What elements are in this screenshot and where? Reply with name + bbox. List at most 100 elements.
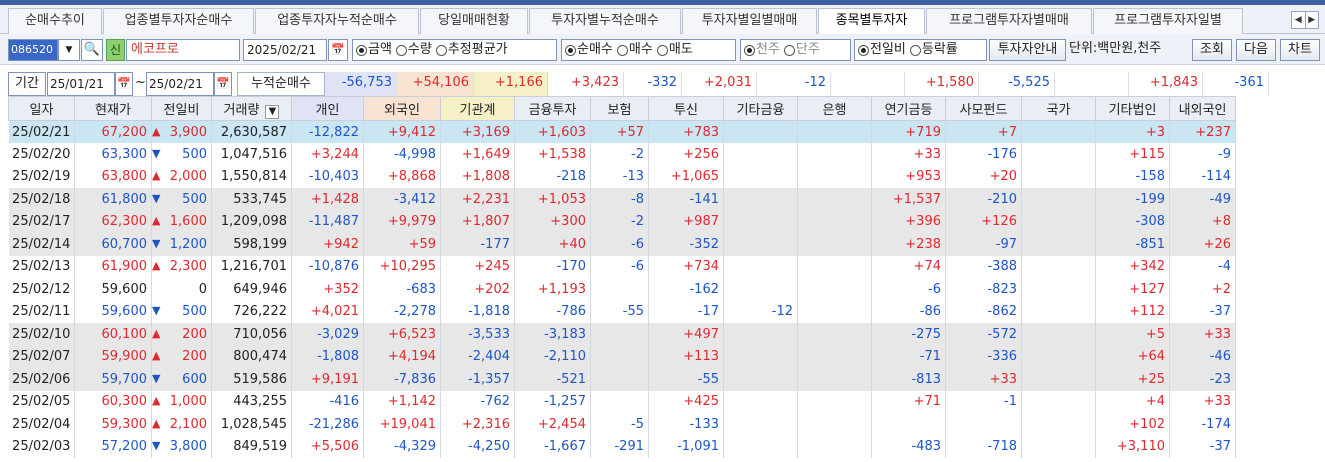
table-row[interactable]: 25/02/11 59,600 ▼ 500 726,222 +4,021 -2,278 -1,… <box>8 300 1236 323</box>
radio-icon[interactable] <box>783 44 795 56</box>
tab-3[interactable]: 당일매매현황 <box>420 8 528 34</box>
column-header[interactable]: 투신 <box>648 96 724 121</box>
investor-value-cell: +6,523 <box>363 323 441 346</box>
radio-icon[interactable] <box>435 44 447 56</box>
column-header[interactable]: 기타법인 <box>1095 96 1170 121</box>
cumulative-sum-cell <box>1055 72 1129 96</box>
column-header[interactable]: 국가 <box>1021 96 1096 121</box>
volume-cell: 533,745 <box>211 188 292 211</box>
radio-icon[interactable] <box>858 44 869 56</box>
period-to-input[interactable]: 25/02/21 <box>146 72 214 96</box>
cumulative-sum-cell: +2,031 <box>682 72 757 96</box>
table-row[interactable]: 25/02/13 61,900 ▲ 2,300 1,216,701 -10,876 +10,… <box>8 255 1236 278</box>
period-from-calendar-icon[interactable]: 📅 <box>115 72 133 96</box>
radio_group1-option-0[interactable]: 금액 <box>356 40 392 60</box>
chart-button[interactable]: 차트 <box>1280 39 1320 61</box>
investor-value-cell <box>590 323 649 346</box>
cumulative-sum-cell: -56,753 <box>325 72 397 96</box>
tab-2[interactable]: 업종투자자누적순매수 <box>255 8 419 34</box>
volume-sort-dropdown-icon[interactable]: ▼ <box>265 104 280 119</box>
investor-value-cell: -49 <box>1169 188 1236 211</box>
table-row[interactable]: 25/02/17 62,300 ▲ 1,600 1,209,098 -11,487 +9,9… <box>8 210 1236 233</box>
radio_group1-option-1[interactable]: 수량 <box>395 40 432 60</box>
radio-icon[interactable] <box>744 44 755 56</box>
tab-scroll-buttons[interactable]: ◀ ▶ <box>1291 11 1319 29</box>
price-cell: 63,300 <box>74 143 152 166</box>
table-row[interactable]: 25/02/19 63,800 ▲ 2,000 1,550,814 -10,403 +8,8… <box>8 165 1236 188</box>
radio-icon[interactable] <box>909 44 921 56</box>
column-header[interactable]: 연기금등 <box>871 96 946 121</box>
table-row[interactable]: 25/02/20 63,300 ▼ 500 1,047,516 +3,244 -4,998 +… <box>8 143 1236 166</box>
table-row[interactable]: 25/02/14 60,700 ▼ 1,200 598,199 +942 +59 -177 +4… <box>8 233 1236 256</box>
radio_group3-option-0[interactable]: 천주 <box>744 40 780 60</box>
calendar-icon[interactable]: 📅 <box>328 39 348 61</box>
table-row[interactable]: 25/02/10 60,100 ▲ 200 710,056 -3,029 +6,523 -3,… <box>8 323 1236 346</box>
table-row[interactable]: 25/02/03 57,200 ▼ 3,800 849,519 +5,506 -4,329-… <box>8 435 1236 458</box>
radio_group1-option-2[interactable]: 추정평균가 <box>435 40 508 60</box>
tab-8[interactable]: 프로그램투자자일별 <box>1093 8 1243 34</box>
table-row[interactable]: 25/02/06 59,700 ▼ 600 519,586 +9,191 -7,836 -1,… <box>8 368 1236 391</box>
period-to-calendar-icon[interactable]: 📅 <box>214 72 232 96</box>
radio-icon[interactable] <box>565 44 576 56</box>
tab-4[interactable]: 투자자별누적순매수 <box>529 8 681 34</box>
search-icon[interactable]: 🔍 <box>81 39 103 61</box>
tab-strip-accent-bar <box>0 0 1325 5</box>
column-header[interactable]: 내외국인 <box>1169 96 1236 121</box>
investor-value-cell <box>723 143 798 166</box>
date-input[interactable]: 2025/02/21 <box>243 39 327 61</box>
investor-value-cell: -483 <box>871 435 946 458</box>
stock-name-field[interactable]: 에코프로 <box>126 39 240 61</box>
next-button[interactable]: 다음 <box>1236 39 1276 61</box>
investor-value-cell: +342 <box>1095 255 1170 278</box>
column-header[interactable]: 일자 <box>8 96 75 121</box>
stock-code-input[interactable]: 086520 <box>8 39 58 61</box>
tab-0[interactable]: 순매수추이 <box>8 8 102 34</box>
table-row[interactable]: 25/02/18 61,800 ▼ 500 533,745 +1,428 -3,412 +2,… <box>8 188 1236 211</box>
stock-code-dropdown-icon[interactable]: ▼ <box>58 39 80 61</box>
investor-value-cell: -8 <box>590 188 649 211</box>
column-header[interactable]: 기타금융 <box>723 96 798 121</box>
query-button[interactable]: 조회 <box>1192 39 1232 61</box>
tab-7[interactable]: 프로그램투자자별매매 <box>926 8 1092 34</box>
column-header[interactable]: 외국인 <box>363 96 441 121</box>
period-from-input[interactable]: 25/01/21 <box>47 72 115 96</box>
tab-scroll-left-icon[interactable]: ◀ <box>1292 12 1305 28</box>
investor-value-cell: +2,231 <box>440 188 515 211</box>
radio-label: 매수 <box>628 42 653 57</box>
radio_group3-option-1[interactable]: 단주 <box>783 40 820 60</box>
column-header[interactable]: 금융투자 <box>514 96 591 121</box>
radio_group2-option-1[interactable]: 매수 <box>616 40 653 60</box>
tab-6[interactable]: 종목별투자자 <box>818 8 925 35</box>
column-header[interactable]: 보험 <box>590 96 649 121</box>
radio_group4-option-1[interactable]: 등락률 <box>909 40 958 60</box>
radio-icon[interactable] <box>616 44 628 56</box>
column-header[interactable]: 현재가 <box>74 96 152 121</box>
change-cell: ▲ 1,600 <box>151 210 212 233</box>
table-row[interactable]: 25/02/04 59,300 ▲ 2,100 1,028,545 -21,286 +19,… <box>8 413 1236 436</box>
column-header[interactable]: 거래량 ▼ <box>211 96 292 121</box>
radio_group2-option-2[interactable]: 매도 <box>656 40 693 60</box>
table-row[interactable]: 25/02/07 59,900 ▲ 200 800,474 -1,808 +4,194 -2,… <box>8 345 1236 368</box>
radio-icon[interactable] <box>395 44 407 56</box>
column-header[interactable]: 전일비 <box>151 96 212 121</box>
table-row[interactable]: 25/02/05 60,300 ▲ 1,000 443,255 -416 +1,142 -76… <box>8 390 1236 413</box>
radio-icon[interactable] <box>656 44 668 56</box>
tab-5[interactable]: 투자자별일별매매 <box>682 8 817 34</box>
column-header[interactable]: 사모펀드 <box>945 96 1022 121</box>
investor-guide-button[interactable]: 투자자안내 <box>989 39 1066 61</box>
tab-scroll-right-icon[interactable]: ▶ <box>1304 12 1319 28</box>
investor-value-cell: -5 <box>590 413 649 436</box>
investor-value-cell: +3,110 <box>1095 435 1170 458</box>
column-header[interactable]: 은행 <box>797 96 872 121</box>
radio_group4-option-0[interactable]: 전일비 <box>858 40 906 60</box>
column-header[interactable]: 개인 <box>291 96 364 121</box>
radio-icon[interactable] <box>356 44 367 56</box>
table-row[interactable]: 25/02/21 67,200 ▲ 3,900 2,630,587 -12,822 +9,4… <box>8 120 1236 143</box>
investor-value-cell: -23 <box>1169 368 1236 391</box>
tab-1[interactable]: 업종별투자자순매수 <box>103 8 254 34</box>
column-header[interactable]: 기관계 <box>440 96 515 121</box>
investor-value-cell: -7,836 <box>363 368 441 391</box>
radio_group2-option-0[interactable]: 순매수 <box>565 40 613 60</box>
investor-value-cell: -1 <box>945 390 1022 413</box>
table-row[interactable]: 25/02/12 59,600 0 649,946 +352 -683 +202 +1,193… <box>8 278 1236 301</box>
